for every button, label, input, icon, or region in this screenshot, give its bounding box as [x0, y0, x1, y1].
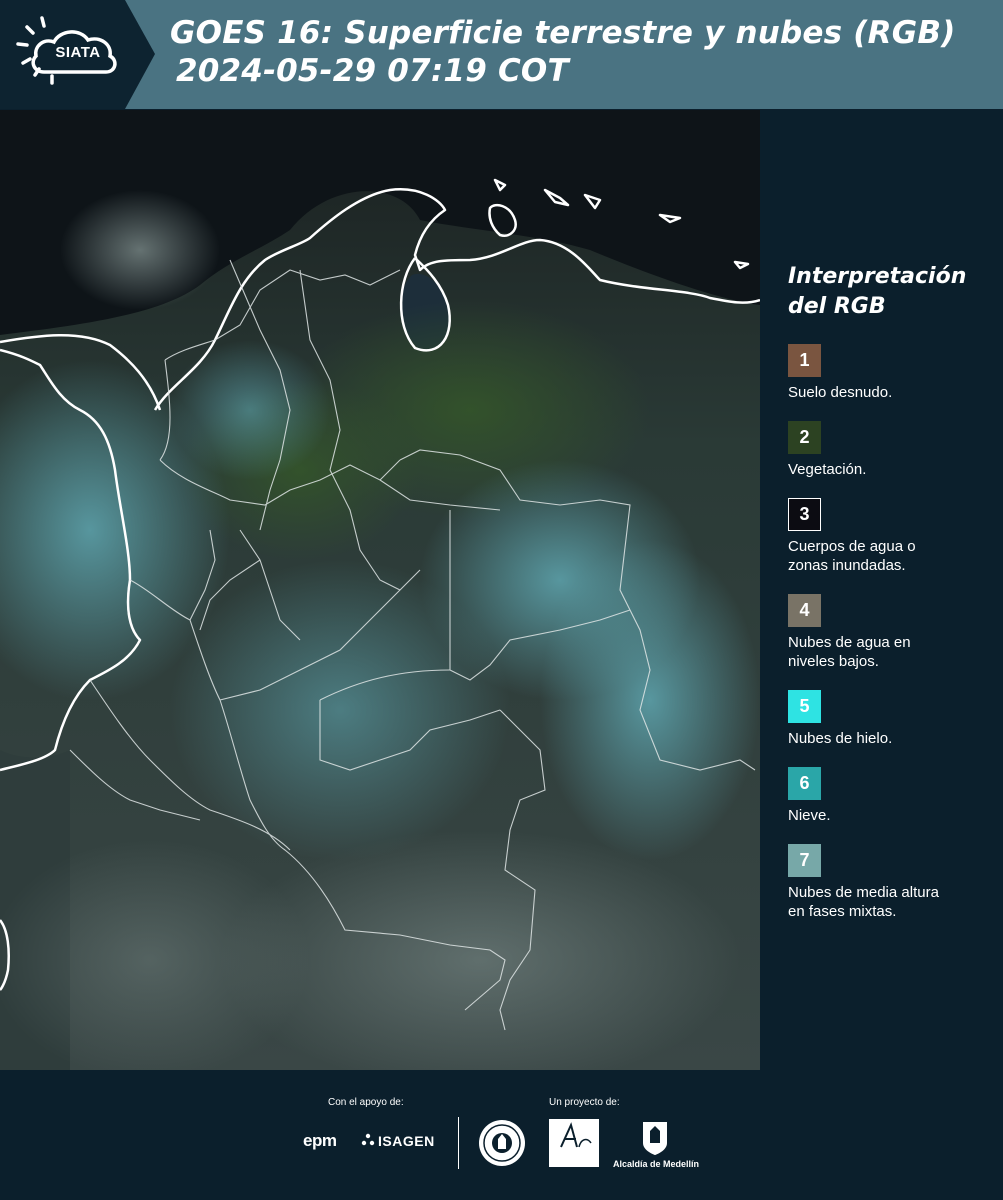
legend-swatch: 4: [788, 594, 821, 627]
legend-title-line1: Interpretación: [788, 264, 967, 289]
legend-item: 3 Cuerpos de agua o zonas inundadas.: [788, 498, 988, 575]
title-timestamp: 2024-05-29 07:19 COT: [176, 53, 569, 89]
area-metropolitana-text: METROPOLITANA: [553, 1152, 597, 1158]
legend-label: Nubes de hielo.: [788, 729, 988, 748]
alcaldia-text: Alcaldía de Medellín: [613, 1159, 700, 1169]
legend-label: Cuerpos de agua o zonas inundadas.: [788, 537, 988, 575]
legend-items: 1 Suelo desnudo. 2 Vegetación. 3 Cuerpos de a…: [788, 344, 988, 921]
legend-label-line1: Cuerpos de agua o: [788, 538, 916, 555]
legend-label: Nubes de agua en niveles bajos.: [788, 633, 988, 671]
legend-swatch: 6: [788, 767, 821, 800]
legend-label-line2: zonas inundadas.: [788, 557, 906, 574]
satellite-map[interactable]: [0, 110, 760, 1070]
header-bar: SIATA GOES 16: Superficie terrestre y nu…: [0, 0, 1003, 109]
legend-label: Suelo desnudo.: [788, 383, 988, 402]
legend-label: Vegetación.: [788, 460, 988, 479]
cloud-patch: [170, 340, 330, 480]
logo-text: SIATA: [55, 44, 101, 61]
cloud-patch: [170, 560, 510, 860]
legend-label: Nieve.: [788, 806, 988, 825]
footer: Con el apoyo de: Un proyecto de: epm ISA…: [0, 1070, 1003, 1200]
legend-swatch: 2: [788, 421, 821, 454]
isagen-text: ISAGEN: [378, 1133, 435, 1149]
legend-label-line1: Nubes de hielo.: [788, 730, 893, 747]
page-title: GOES 16: Superficie terrestre y nubes (R…: [170, 14, 956, 90]
legend-label-line2: niveles bajos.: [788, 653, 879, 670]
area-metropolitana-logo[interactable]: [549, 1119, 599, 1167]
cloud-patch: [60, 190, 220, 310]
legend-label-line1: Nubes de agua en: [788, 634, 911, 651]
legend-item: 2 Vegetación.: [788, 421, 988, 479]
legend-swatch: 1: [788, 344, 821, 377]
medellin-seal-icon[interactable]: [478, 1119, 526, 1167]
legend-label-line1: Nieve.: [788, 807, 831, 824]
legend-swatch: 5: [788, 690, 821, 723]
project-label: Un proyecto de:: [549, 1097, 620, 1108]
legend-item: 6 Nieve.: [788, 767, 988, 825]
legend-panel: Interpretación del RGB 1 Suelo desnudo. 2 V…: [788, 262, 988, 940]
legend-item: 1 Suelo desnudo.: [788, 344, 988, 402]
cloud-patch: [540, 540, 760, 860]
legend-item: 4 Nubes de agua en niveles bajos.: [788, 594, 988, 671]
legend-item: 5 Nubes de hielo.: [788, 690, 988, 748]
support-label: Con el apoyo de:: [328, 1097, 404, 1108]
footer-divider: [458, 1117, 459, 1169]
siata-logo[interactable]: SIATA: [0, 0, 155, 109]
legend-swatch: 7: [788, 844, 821, 877]
legend-label-line1: Nubes de media altura: [788, 884, 939, 901]
legend-swatch: 3: [788, 498, 821, 531]
title-line1: GOES 16: Superficie terrestre y nubes (R…: [170, 15, 956, 51]
legend-title: Interpretación del RGB: [788, 262, 988, 322]
legend-label: Nubes de media altura en fases mixtas.: [788, 883, 988, 921]
legend-item: 7 Nubes de media altura en fases mixtas.: [788, 844, 988, 921]
legend-label-line2: en fases mixtas.: [788, 903, 897, 920]
legend-label-line1: Suelo desnudo.: [788, 384, 893, 401]
isagen-logo[interactable]: ISAGEN: [360, 1133, 435, 1149]
legend-title-line2: del RGB: [788, 294, 886, 319]
epm-logo[interactable]: epm: [303, 1131, 337, 1151]
legend-label-line1: Vegetación.: [788, 461, 867, 478]
alcaldia-shield-icon[interactable]: [640, 1119, 670, 1157]
